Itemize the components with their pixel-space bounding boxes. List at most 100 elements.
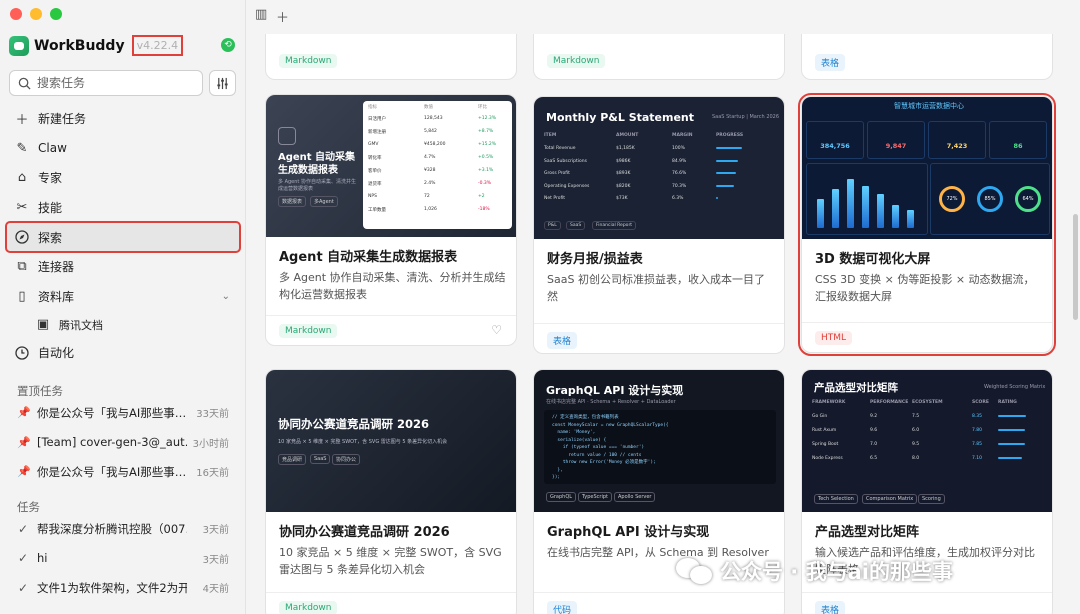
chart-bar xyxy=(877,194,884,228)
kpi-tile: 7,423 xyxy=(928,121,986,159)
table-cell: Operating Expenses xyxy=(544,183,590,189)
workbuddy-logo-icon xyxy=(9,35,29,56)
connection-status-icon[interactable]: ⟲ xyxy=(221,38,235,52)
task-item[interactable]: ✓ hi 3天前 xyxy=(13,544,233,574)
table-cell: ¥328 xyxy=(424,168,436,173)
card-tag: 表格 xyxy=(547,332,578,349)
table-cell: Go Gin xyxy=(812,414,828,419)
table-header: ITEM xyxy=(544,133,557,138)
toggle-sidebar-icon[interactable]: ▥ xyxy=(255,7,267,22)
thumb-chip: 协同办公 xyxy=(332,454,361,465)
table-cell: 7.85 xyxy=(972,442,983,447)
thumb-chip: 数据报表 xyxy=(278,196,307,207)
check-icon: ✓ xyxy=(17,551,29,566)
pinned-task-item[interactable]: 📌 你是公众号「我与AI那些事… 16天前 xyxy=(13,457,233,487)
template-card-competitor-research[interactable]: 协同办公赛道竞品调研 2026 10 家竞品 × 5 维度 × 完整 SWOT，… xyxy=(265,369,517,614)
card-thumbnail: Agent 自动采集生成数据报表 多 Agent 协作自动采集、清洗并生成运营数… xyxy=(266,95,516,237)
task-time: 3小时前 xyxy=(192,438,229,450)
heart-icon[interactable]: ♡ xyxy=(491,323,502,337)
card-tag: 表格 xyxy=(815,54,846,71)
pinned-task-item[interactable]: 📌 [Team] cover-gen-3@_aut… 3小时前 xyxy=(13,428,233,458)
task-title: [Team] cover-gen-3@_aut… xyxy=(37,435,187,450)
ring-value: 72% xyxy=(946,196,958,202)
code-line: // 定义查询类型，包含书籍列表 xyxy=(552,415,619,420)
card-footer: 表格 xyxy=(534,323,784,353)
thumb-meta: SaaS Startup | March 2026 xyxy=(712,114,780,120)
progress-bar xyxy=(716,159,739,162)
table-cell: 工单数量 xyxy=(368,208,386,213)
new-tab-plus-icon[interactable]: ＋ xyxy=(276,7,289,26)
card-title: 协同办公赛道竞品调研 2026 xyxy=(279,525,450,540)
template-card-partial[interactable]: Markdown xyxy=(265,34,517,80)
template-card-partial[interactable]: 表格 xyxy=(801,34,1053,80)
table-cell: 9.5 xyxy=(912,442,920,447)
template-card-3d-dashboard[interactable]: 智慧城市运营数据中心 384,756 9,847 7,423 86 72% 85% 64%… xyxy=(798,93,1056,356)
ring-chart-panel: 72% 85% 64% xyxy=(930,163,1050,235)
ring-value: 85% xyxy=(984,196,996,202)
template-card-partial[interactable]: Markdown xyxy=(533,34,785,80)
nav-connectors[interactable]: ⧉ 连接器 xyxy=(6,252,240,282)
table-cell: 8.0 xyxy=(912,456,920,461)
pinned-task-item[interactable]: 📌 你是公众号「我与AI那些事… 33天前 xyxy=(13,398,233,428)
card-title: GraphQL API 设计与实现 xyxy=(547,525,710,540)
main-toolbar: ▥ ＋ xyxy=(246,0,1080,28)
task-time: 16天前 xyxy=(196,468,229,480)
card-footer: Markdown xyxy=(266,592,516,614)
table-cell: 8.35 xyxy=(972,414,983,419)
nav-explore[interactable]: 探索 xyxy=(5,221,241,253)
nav-tencent-docs[interactable]: ▣ 腾讯文档 xyxy=(6,311,240,338)
nav-library[interactable]: ▯ 资料库 ⌄ xyxy=(6,282,240,312)
nav-claw[interactable]: ✎ Claw xyxy=(6,134,240,164)
chart-bar xyxy=(832,189,839,228)
card-tag: HTML xyxy=(815,331,853,345)
nav-label: 连接器 xyxy=(38,260,75,275)
nav-automation[interactable]: 自动化 xyxy=(6,338,240,368)
zoom-window-button[interactable] xyxy=(50,8,62,20)
card-title: 产品选型对比矩阵 xyxy=(815,525,920,540)
thumb-chip: Tech Selection xyxy=(814,494,858,504)
thumb-title: Monthly P&L Statement xyxy=(546,111,695,124)
card-description: 多 Agent 协作自动采集、清洗、分析并生成结构化运营数据报表 xyxy=(279,271,506,301)
card-thumbnail: 产品选型对比矩阵 Weighted Scoring Matrix FRAMEWO… xyxy=(802,370,1052,512)
nav-expert[interactable]: ⌂ 专家 xyxy=(6,163,240,193)
close-window-button[interactable] xyxy=(10,8,22,20)
ring-chart: 85% xyxy=(977,186,1003,212)
task-item[interactable]: ✓ 文件1为软件架构，文件2为开… 4天前 xyxy=(13,573,233,603)
search-input[interactable] xyxy=(37,76,187,90)
card-description: CSS 3D 变换 × 伪等距投影 × 动态数据流，汇报级数据大屏 xyxy=(815,273,1035,303)
chevron-down-icon[interactable]: ⌄ xyxy=(222,291,230,302)
table-cell: 日活用户 xyxy=(368,117,386,122)
check-icon: ✓ xyxy=(17,521,29,536)
thumb-chip: 竞品调研 xyxy=(278,454,307,465)
chart-bar xyxy=(862,186,869,228)
template-card-pl-statement[interactable]: Monthly P&L Statement SaaS Startup | Mar… xyxy=(533,96,785,354)
card-tag: Markdown xyxy=(279,54,338,68)
thumb-chip: SaaS xyxy=(310,454,331,464)
task-title: 你是公众号「我与AI那些事… xyxy=(37,405,187,420)
task-time: 4天前 xyxy=(202,584,229,596)
report-table: 指标 数值 环比 日活用户 128,543 +12.3% 新增注册 5,842 +8.7% GMV… xyxy=(363,101,512,229)
task-title: 你是公众号「我与AI那些事… xyxy=(37,464,187,479)
table-cell: NPS xyxy=(368,194,377,199)
nav-new-task[interactable]: ＋ 新建任务 xyxy=(6,104,240,134)
nav-skills[interactable]: ✂ 技能 xyxy=(6,193,240,223)
thumb-subtitle: 多 Agent 协作自动采集、清洗并生成运营数据报表 xyxy=(278,179,356,192)
thumb-chip: Comparison Matrix xyxy=(862,494,918,504)
template-card-agent-report[interactable]: Agent 自动采集生成数据报表 多 Agent 协作自动采集、清洗并生成运营数… xyxy=(265,94,517,346)
table-header: MARGIN xyxy=(672,133,693,138)
nav-label: 腾讯文档 xyxy=(59,318,103,332)
pinned-section-title: 置顶任务 xyxy=(17,384,63,398)
table-cell: Node Express xyxy=(812,456,843,461)
thumb-chip: Apollo Server xyxy=(614,492,656,502)
minimize-window-button[interactable] xyxy=(30,8,42,20)
task-time: 33天前 xyxy=(196,409,229,421)
expert-hat-icon: ⌂ xyxy=(17,170,27,186)
table-cell: 100% xyxy=(672,146,685,151)
filter-button[interactable] xyxy=(209,70,236,96)
task-item[interactable]: ✓ 帮我深度分析腾讯控股（007… 3天前 xyxy=(13,514,233,544)
chart-bar xyxy=(847,178,854,228)
main-scrollbar[interactable] xyxy=(1073,214,1078,320)
kpi-value: 384,756 xyxy=(820,142,850,150)
table-header: SCORE xyxy=(972,400,989,405)
check-icon: ✓ xyxy=(17,580,29,595)
